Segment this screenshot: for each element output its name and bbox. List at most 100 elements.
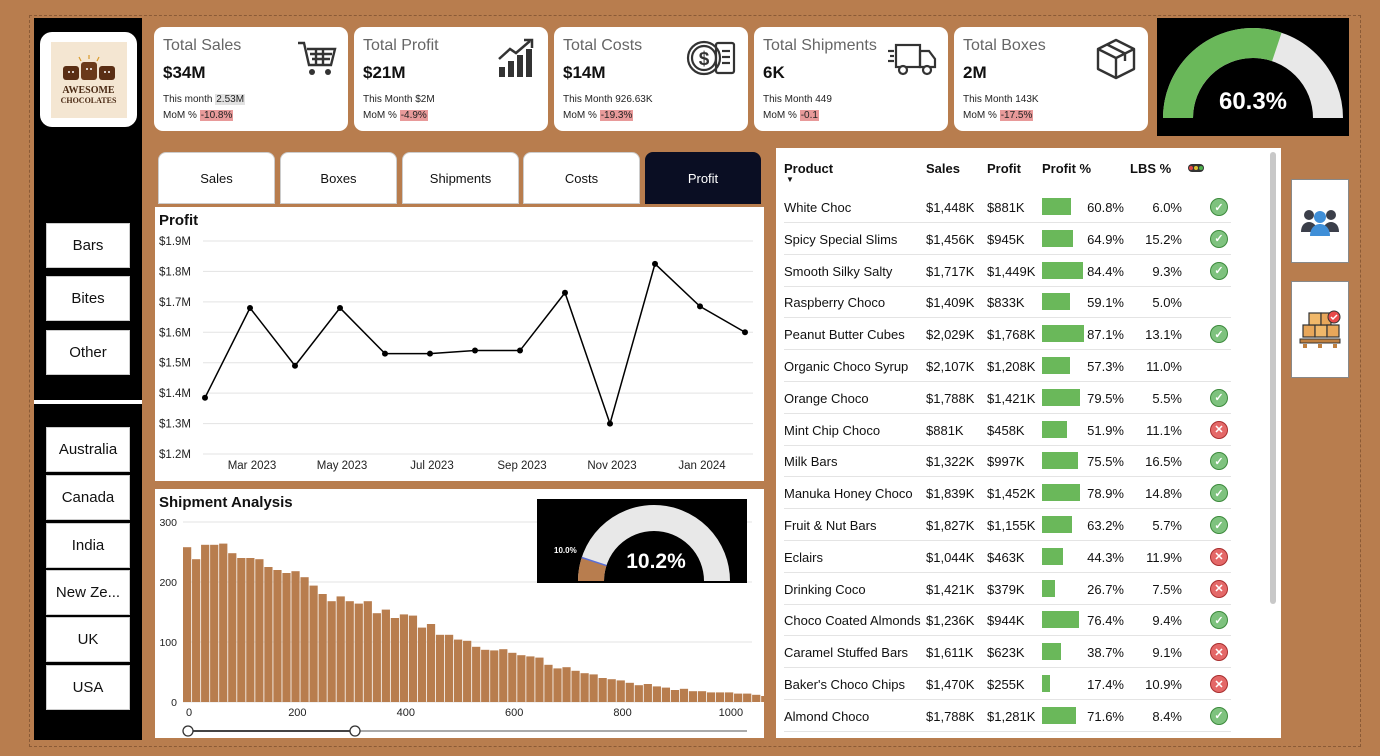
kpi-mom: MoM % -19.3% bbox=[563, 110, 634, 121]
profit-cell: $1,421K bbox=[987, 390, 1036, 406]
histogram-bar bbox=[743, 693, 752, 702]
product-cell: Organic Choco Syrup bbox=[784, 359, 909, 374]
x-tick-label: 0 bbox=[186, 707, 192, 719]
histogram-bar bbox=[219, 543, 228, 702]
product-cell: Eclairs bbox=[784, 549, 824, 565]
column-header-product[interactable]: Product ▼ bbox=[784, 161, 833, 184]
check-circle-icon: ✓ bbox=[1210, 452, 1228, 471]
product-filter-bites[interactable]: Bites bbox=[46, 276, 130, 321]
profit-pct-cell: 51.9% bbox=[1042, 415, 1124, 446]
table-row[interactable]: Spicy Special Slims $1,456K $945K 64.9% 15.2… bbox=[784, 224, 1231, 255]
histogram-bar bbox=[336, 596, 345, 702]
sales-cell: $1,788K bbox=[926, 390, 975, 406]
histogram-bar bbox=[526, 656, 535, 702]
histogram-bar bbox=[490, 650, 499, 702]
kpi-card-shipments: Total Shipments 6K This Month 449 MoM % … bbox=[754, 27, 948, 131]
column-header-lbs-pct[interactable]: LBS % bbox=[1130, 161, 1171, 176]
tab-costs[interactable]: Costs bbox=[523, 152, 640, 204]
profit-pct-bar bbox=[1042, 516, 1073, 533]
table-row[interactable]: Raspberry Choco $1,409K $833K 59.1% 5.0% bbox=[784, 287, 1231, 319]
table-row[interactable]: Milk Bars $1,322K $997K 75.5% 16.5% ✓ bbox=[784, 446, 1231, 478]
tab-boxes[interactable]: Boxes bbox=[280, 152, 397, 204]
product-filter-bars[interactable]: Bars bbox=[46, 223, 130, 268]
table-row[interactable]: Choco Coated Almonds $1,236K $944K 76.4% 9.4… bbox=[784, 605, 1231, 637]
profit-pct-bar bbox=[1042, 675, 1051, 692]
profit-pct-value: 59.1% bbox=[1087, 295, 1124, 311]
histogram-bar bbox=[390, 618, 400, 702]
gauge-value: 10.2% bbox=[626, 550, 686, 573]
table-row[interactable]: Fruit & Nut Bars $1,827K $1,155K 63.2% 5.7% ✓ bbox=[784, 510, 1231, 541]
table-row[interactable]: White Choc $1,448K $881K 60.8% 6.0% ✓ bbox=[784, 192, 1231, 223]
country-filter-usa[interactable]: USA bbox=[46, 665, 130, 710]
team-page-button[interactable] bbox=[1291, 179, 1349, 263]
histogram-bar bbox=[679, 688, 689, 702]
table-scrollbar[interactable] bbox=[1270, 152, 1276, 604]
histogram-bar bbox=[643, 684, 652, 702]
tab-profit[interactable]: Profit bbox=[645, 152, 761, 204]
kpi-this-month: This Month $2M bbox=[363, 94, 435, 105]
product-filter-other[interactable]: Other bbox=[46, 330, 130, 375]
range-slider-handle-max[interactable] bbox=[349, 725, 361, 737]
range-slider-handle-min[interactable] bbox=[182, 725, 194, 737]
table-row[interactable]: Manuka Honey Choco $1,839K $1,452K 78.9% 14.… bbox=[784, 478, 1231, 510]
column-header-sales[interactable]: Sales bbox=[926, 161, 960, 176]
profit-pct-cell: 17.4% bbox=[1042, 669, 1124, 700]
y-tick-label: $1.3M bbox=[159, 419, 191, 431]
table-row[interactable]: Peanut Butter Cubes $2,029K $1,768K 87.1% 13… bbox=[784, 319, 1231, 351]
table-row[interactable]: Eclairs $1,044K $463K 44.3% 11.9% ✕ bbox=[784, 542, 1231, 573]
histogram-bar bbox=[318, 594, 327, 702]
sales-cell: $2,029K bbox=[926, 327, 975, 343]
logo-line1: AWESOME bbox=[62, 85, 115, 96]
x-tick-label: Mar 2023 bbox=[228, 460, 277, 472]
country-filter-uk[interactable]: UK bbox=[46, 617, 130, 662]
histogram-bar bbox=[201, 544, 210, 702]
country-filter-australia[interactable]: Australia bbox=[46, 427, 130, 472]
histogram-bar bbox=[725, 692, 734, 702]
lbs-pct-cell: 5.5% bbox=[1152, 390, 1182, 406]
svg-text:$: $ bbox=[699, 49, 710, 70]
table-row[interactable]: Drinking Coco $1,421K $379K 26.7% 7.5% ✕ bbox=[784, 574, 1231, 605]
data-point bbox=[202, 394, 208, 401]
tab-sales[interactable]: Sales bbox=[158, 152, 275, 204]
histogram-bar bbox=[535, 657, 544, 702]
table-row[interactable]: Almond Choco $1,788K $1,281K 71.6% 8.4% ✓ bbox=[784, 701, 1231, 732]
lbs-pct-cell: 8.4% bbox=[1152, 708, 1182, 724]
table-row[interactable]: Baker's Choco Chips $1,470K $255K 17.4% 10.9… bbox=[784, 669, 1231, 700]
profit-cell: $997K bbox=[987, 454, 1025, 470]
table-row[interactable]: Orange Choco $1,788K $1,421K 79.5% 5.5% ✓ bbox=[784, 383, 1231, 414]
table-row[interactable]: Mint Chip Choco $881K $458K 51.9% 11.1% ✕ bbox=[784, 415, 1231, 446]
sales-cell: $1,322K bbox=[926, 454, 975, 470]
check-circle-icon: ✓ bbox=[1210, 229, 1228, 248]
data-point bbox=[607, 420, 613, 427]
profit-cell: $1,281K bbox=[987, 708, 1036, 724]
column-header-profit[interactable]: Profit bbox=[987, 161, 1021, 176]
y-tick-label: $1.7M bbox=[159, 297, 191, 309]
lbs-pct-cell: 16.5% bbox=[1145, 454, 1182, 470]
warehouse-page-button[interactable] bbox=[1291, 281, 1349, 378]
table-row[interactable]: Caramel Stuffed Bars $1,611K $623K 38.7% 9.1… bbox=[784, 637, 1231, 669]
check-circle-icon: ✓ bbox=[1210, 261, 1228, 280]
tab-shipments[interactable]: Shipments bbox=[402, 152, 519, 204]
profit-pct-value: 17.4% bbox=[1087, 677, 1124, 692]
table-row[interactable]: Smooth Silky Salty $1,717K $1,449K 84.4% 9.3… bbox=[784, 256, 1231, 287]
lbs-pct-cell: 13.1% bbox=[1145, 327, 1182, 343]
profit-cell: $463K bbox=[987, 549, 1025, 565]
sales-cell: $1,839K bbox=[926, 486, 975, 502]
profit-pct-value: 79.5% bbox=[1087, 390, 1124, 406]
country-filter-canada[interactable]: Canada bbox=[46, 475, 130, 520]
table-row[interactable]: Organic Choco Syrup $2,107K $1,208K 57.3% 11… bbox=[784, 351, 1231, 382]
kpi-mom: MoM % -17.5% bbox=[963, 110, 1034, 121]
profit-pct-value: 87.1% bbox=[1087, 327, 1124, 343]
country-filter-india[interactable]: India bbox=[46, 523, 130, 568]
profit-pct-bar bbox=[1042, 706, 1077, 724]
profit-pct-value: 51.9% bbox=[1087, 422, 1124, 438]
data-point bbox=[382, 350, 388, 357]
column-header-profit-pct[interactable]: Profit % bbox=[1042, 161, 1091, 176]
country-filter-new-zealand[interactable]: New Ze... bbox=[46, 570, 130, 615]
product-cell: Mint Chip Choco bbox=[784, 422, 881, 438]
histogram-bar bbox=[444, 634, 454, 702]
sales-cell: $881K bbox=[926, 422, 964, 438]
profit-pct-cell: 63.2% bbox=[1042, 510, 1124, 541]
profit-pct-bar bbox=[1042, 293, 1071, 311]
profit-cell: $944K bbox=[987, 613, 1025, 629]
